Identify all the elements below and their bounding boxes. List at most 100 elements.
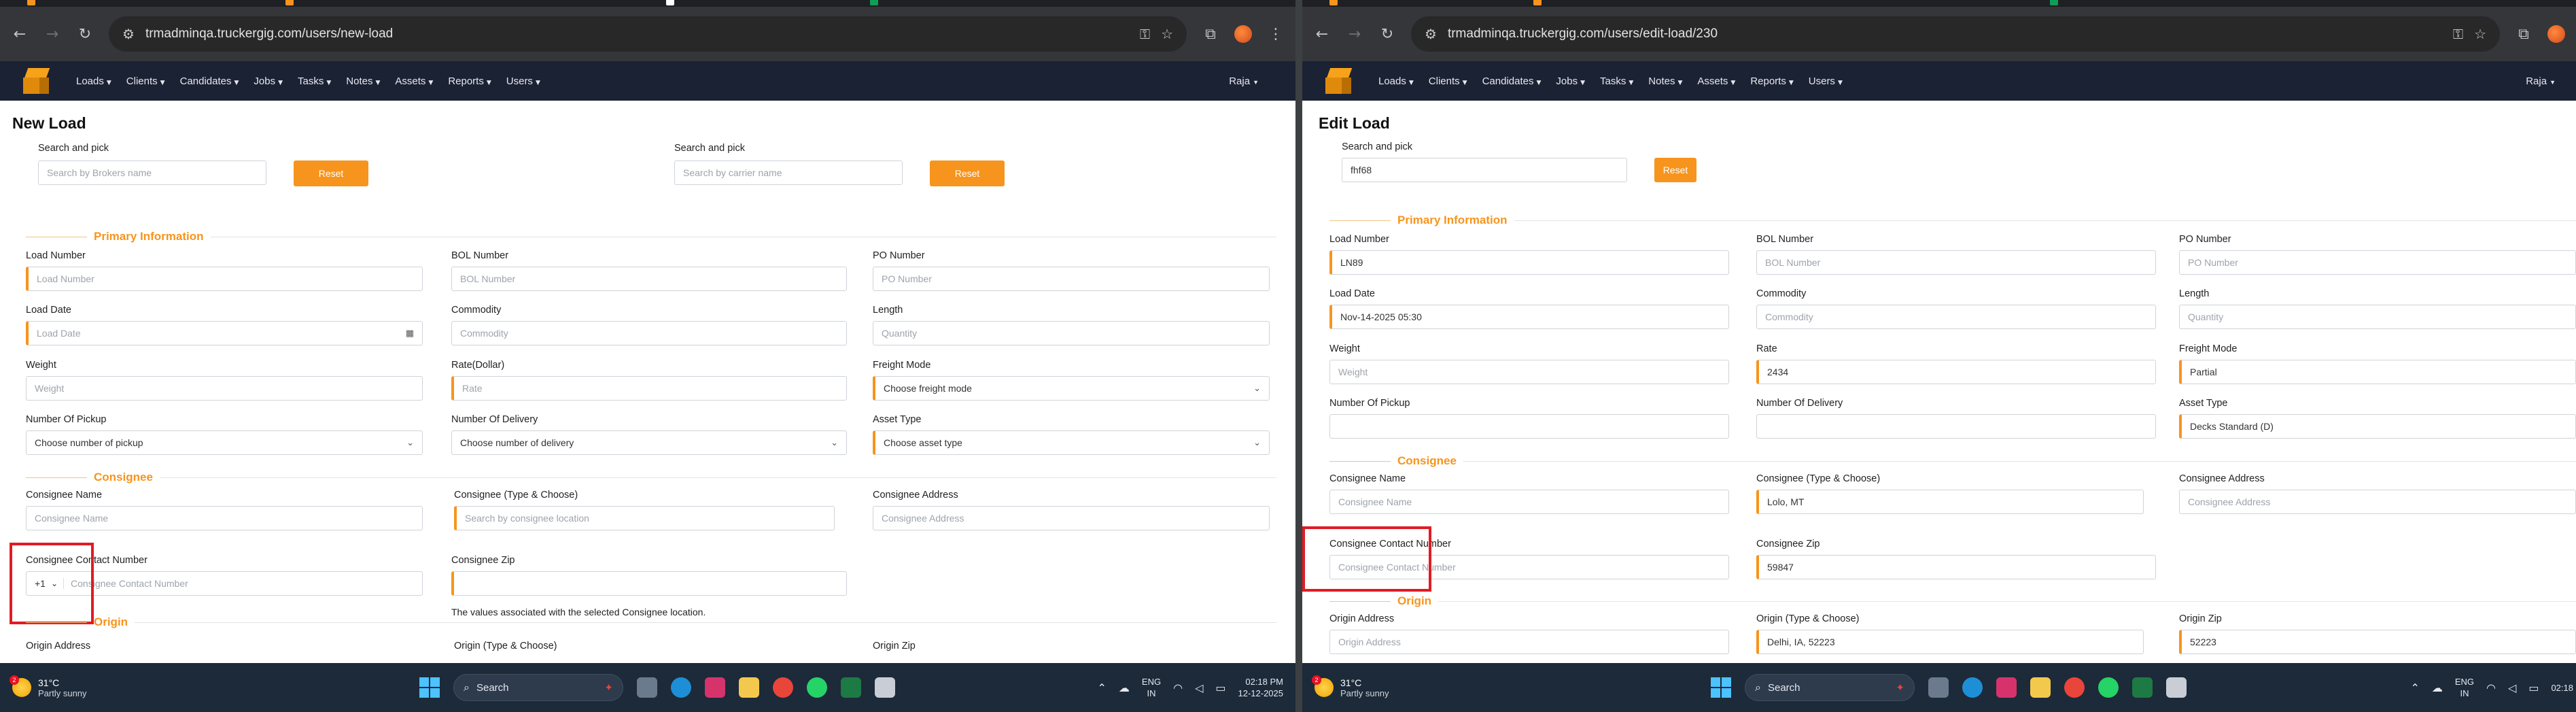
windows-start-icon[interactable] bbox=[1711, 677, 1731, 698]
battery-icon[interactable]: ▭ bbox=[1215, 681, 1225, 694]
consignee-zip-input[interactable]: 59847 bbox=[1756, 555, 2156, 579]
store-icon[interactable] bbox=[705, 677, 725, 698]
consignee-address-input[interactable]: Consignee Address bbox=[873, 506, 1270, 530]
reset-button[interactable]: Reset bbox=[1654, 158, 1696, 182]
snipping-tool-icon[interactable] bbox=[875, 677, 895, 698]
freight-mode-select[interactable]: Partial bbox=[2179, 360, 2576, 384]
load-number-input[interactable]: LN89 bbox=[1329, 250, 1729, 275]
weight-input[interactable]: Weight bbox=[1329, 360, 1729, 384]
back-icon[interactable]: ← bbox=[1313, 26, 1331, 43]
truckergig-logo[interactable] bbox=[1323, 65, 1355, 97]
wifi-icon[interactable]: ◠ bbox=[2486, 681, 2496, 694]
whatsapp-icon[interactable] bbox=[807, 677, 827, 698]
consignee-name-input[interactable]: Consignee Name bbox=[26, 506, 423, 530]
menu-tasks[interactable]: Tasks ▼ bbox=[298, 75, 331, 87]
reload-icon[interactable]: ↻ bbox=[1378, 26, 1396, 43]
wifi-icon[interactable]: ◠ bbox=[1173, 681, 1183, 694]
taskbar-search[interactable]: ⌕ Search ✦ bbox=[1745, 674, 1915, 701]
delivery-count-select[interactable] bbox=[1756, 414, 2156, 439]
site-settings-icon[interactable]: ⚙ bbox=[1425, 26, 1437, 42]
forward-icon[interactable]: → bbox=[43, 26, 61, 43]
consignee-type-input[interactable]: Lolo, MT bbox=[1756, 490, 2144, 514]
onedrive-icon[interactable]: ☁ bbox=[1119, 681, 1130, 694]
broker-reset-button[interactable]: Reset bbox=[294, 160, 368, 186]
commodity-input[interactable]: Commodity bbox=[451, 321, 847, 345]
search-input[interactable]: fhf68 bbox=[1342, 158, 1627, 182]
file-explorer-icon[interactable] bbox=[739, 677, 759, 698]
onedrive-icon[interactable]: ☁ bbox=[2432, 681, 2443, 694]
user-menu[interactable]: Raja ▼ bbox=[1229, 75, 1259, 87]
consignee-zip-input[interactable] bbox=[451, 571, 847, 596]
edge-icon[interactable] bbox=[671, 677, 691, 698]
site-settings-icon[interactable]: ⚙ bbox=[122, 26, 135, 42]
load-date-input[interactable]: Load Date ▦ bbox=[26, 321, 423, 345]
weight-input[interactable]: Weight bbox=[26, 376, 423, 401]
task-view-icon[interactable] bbox=[1928, 677, 1949, 698]
store-icon[interactable] bbox=[1996, 677, 2017, 698]
menu-notes[interactable]: Notes ▼ bbox=[346, 75, 380, 87]
pickup-count-select[interactable] bbox=[1329, 414, 1729, 439]
asset-type-select[interactable]: Choose asset type ⌄ bbox=[873, 430, 1270, 455]
tray-overflow-icon[interactable]: ⌃ bbox=[1098, 681, 1107, 694]
menu-users[interactable]: Users ▼ bbox=[1809, 75, 1843, 87]
origin-zip-input[interactable]: 52223 bbox=[2179, 630, 2576, 654]
user-menu[interactable]: Raja ▼ bbox=[2526, 75, 2556, 87]
back-icon[interactable]: ← bbox=[11, 26, 29, 43]
volume-icon[interactable]: ◁ bbox=[2508, 681, 2516, 694]
menu-jobs[interactable]: Jobs ▼ bbox=[1556, 75, 1585, 87]
taskbar-clock[interactable]: 02:18 bbox=[2551, 682, 2573, 694]
url-text[interactable]: trmadminqa.truckergig.com/users/edit-loa… bbox=[1448, 27, 2442, 41]
length-input[interactable]: Quantity bbox=[2179, 305, 2576, 329]
po-number-input[interactable]: PO Number bbox=[873, 267, 1270, 291]
tray-overflow-icon[interactable]: ⌃ bbox=[2410, 681, 2419, 694]
profile-avatar[interactable] bbox=[1234, 25, 1252, 43]
taskbar-clock[interactable]: 02:18 PM 12-12-2025 bbox=[1238, 676, 1284, 699]
menu-users[interactable]: Users ▼ bbox=[506, 75, 540, 87]
taskbar-search[interactable]: ⌕ Search ✦ bbox=[453, 674, 623, 701]
file-explorer-icon[interactable] bbox=[2030, 677, 2051, 698]
menu-tasks[interactable]: Tasks ▼ bbox=[1600, 75, 1633, 87]
volume-icon[interactable]: ◁ bbox=[1195, 681, 1203, 694]
whatsapp-icon[interactable] bbox=[2098, 677, 2119, 698]
chrome-icon[interactable] bbox=[2064, 677, 2085, 698]
bookmark-star-icon[interactable]: ☆ bbox=[1161, 26, 1173, 42]
load-number-input[interactable]: Load Number bbox=[26, 267, 423, 291]
origin-address-input[interactable]: Origin Address bbox=[1329, 630, 1729, 654]
url-text[interactable]: trmadminqa.truckergig.com/users/new-load bbox=[145, 27, 1129, 41]
carrier-search-input[interactable]: Search by carrier name bbox=[674, 160, 903, 185]
origin-type-input[interactable]: Delhi, IA, 52223 bbox=[1756, 630, 2144, 654]
menu-jobs[interactable]: Jobs ▼ bbox=[254, 75, 283, 87]
weather-widget[interactable]: 2 31°C Partly sunny bbox=[10, 675, 87, 698]
load-date-input[interactable]: Nov-14-2025 05:30 bbox=[1329, 305, 1729, 329]
menu-assets[interactable]: Assets ▼ bbox=[395, 75, 433, 87]
rate-input[interactable]: 2434 bbox=[1756, 360, 2156, 384]
broker-search-input[interactable]: Search by Brokers name bbox=[38, 160, 266, 185]
task-view-icon[interactable] bbox=[637, 677, 657, 698]
calendar-icon[interactable]: ▦ bbox=[406, 328, 414, 339]
extensions-icon[interactable]: ⧉ bbox=[1202, 26, 1219, 43]
delivery-count-select[interactable]: Choose number of delivery ⌄ bbox=[451, 430, 847, 455]
freight-mode-select[interactable]: Choose freight mode ⌄ bbox=[873, 376, 1270, 401]
carrier-reset-button[interactable]: Reset bbox=[930, 160, 1005, 186]
consignee-address-input[interactable]: Consignee Address bbox=[2179, 490, 2576, 514]
excel-icon[interactable] bbox=[2132, 677, 2153, 698]
menu-loads[interactable]: Loads ▼ bbox=[76, 75, 111, 87]
bol-number-input[interactable]: BOL Number bbox=[1756, 250, 2156, 275]
bol-number-input[interactable]: BOL Number bbox=[451, 267, 847, 291]
menu-notes[interactable]: Notes ▼ bbox=[1648, 75, 1682, 87]
chrome-icon[interactable] bbox=[773, 677, 793, 698]
menu-reports[interactable]: Reports ▼ bbox=[448, 75, 491, 87]
menu-loads[interactable]: Loads ▼ bbox=[1378, 75, 1414, 87]
extensions-icon[interactable]: ⧉ bbox=[2515, 26, 2533, 43]
omnibox[interactable]: ⚙ trmadminqa.truckergig.com/users/new-lo… bbox=[109, 16, 1187, 52]
language-indicator[interactable]: ENG IN bbox=[1142, 676, 1161, 699]
length-input[interactable]: Quantity bbox=[873, 321, 1270, 345]
truckergig-logo[interactable] bbox=[20, 65, 53, 97]
menu-candidates[interactable]: Candidates ▼ bbox=[180, 75, 239, 87]
menu-candidates[interactable]: Candidates ▼ bbox=[1482, 75, 1542, 87]
snipping-tool-icon[interactable] bbox=[2166, 677, 2187, 698]
asset-type-select[interactable]: Decks Standard (D) bbox=[2179, 414, 2576, 439]
menu-clients[interactable]: Clients ▼ bbox=[1429, 75, 1467, 87]
menu-reports[interactable]: Reports ▼ bbox=[1750, 75, 1793, 87]
rate-input[interactable]: Rate bbox=[451, 376, 847, 401]
